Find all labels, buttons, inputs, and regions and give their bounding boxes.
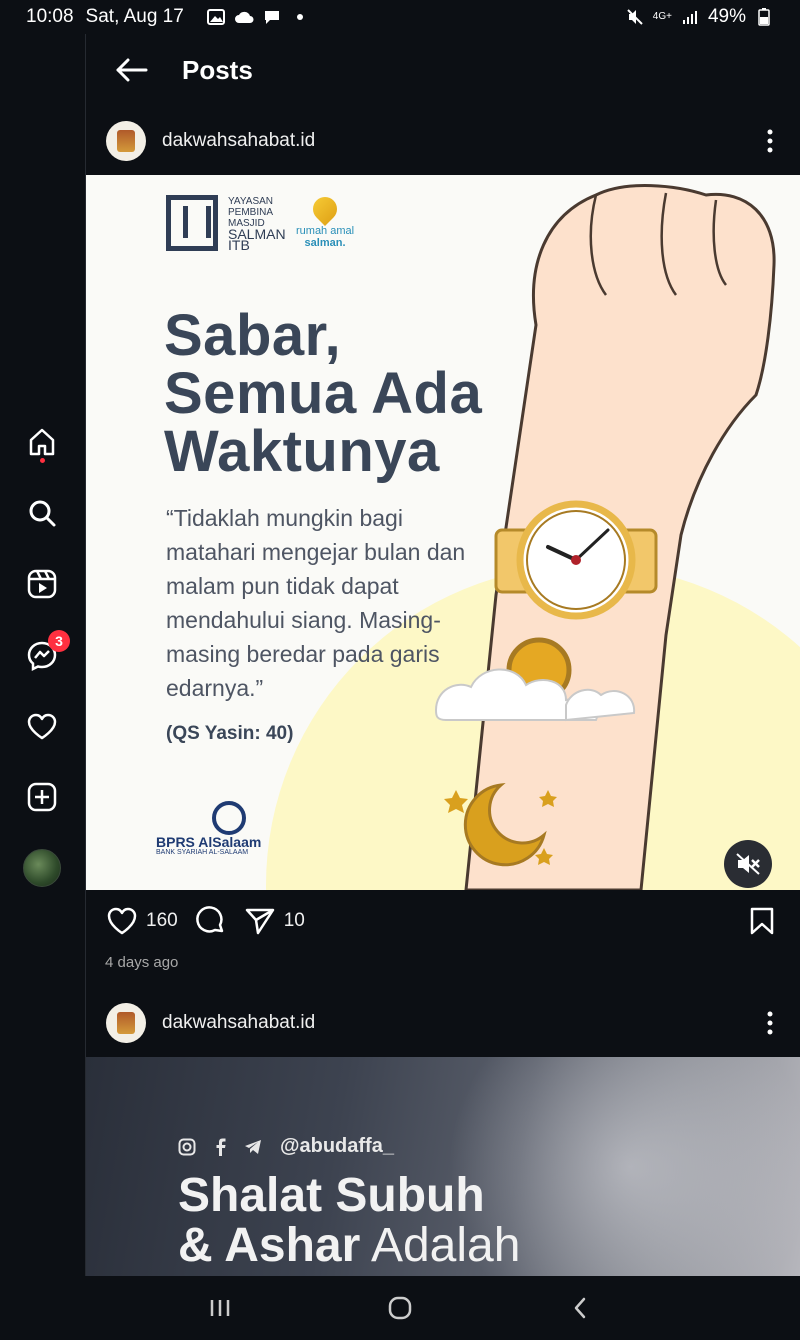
rumah-amal-logo: rumah amal salman.	[296, 192, 354, 249]
sidebar-item-reels[interactable]	[22, 564, 62, 604]
post-header: dakwahsahabat.id	[86, 107, 800, 175]
bprs-logo: BPRS AlSalaam BANK SYARIAH AL-SALAAM	[156, 801, 261, 856]
facebook-icon	[216, 1138, 226, 1156]
comment-group	[192, 903, 228, 939]
chat-bubble-icon	[262, 7, 282, 27]
post-headline: Shalat Subuh & Ashar Adalah	[178, 1169, 521, 1272]
sponsor-logos: YAYASAN PEMBINA MASJID SALMAN ITB rumah …	[166, 192, 354, 253]
bookmark-icon	[750, 907, 774, 935]
social-handles: @abudaffa_	[178, 1135, 394, 1158]
sidebar-item-home[interactable]	[22, 422, 62, 463]
system-nav-bar	[0, 1276, 800, 1340]
comment-icon	[195, 906, 223, 933]
sidebar-item-create[interactable]	[22, 777, 62, 817]
arm-watch-illustration	[434, 184, 776, 890]
status-bar: 10:08 Sat, Aug 17 4G+ 49%	[0, 0, 800, 34]
home-system-button[interactable]	[380, 1288, 420, 1328]
profile-avatar	[23, 849, 61, 887]
comment-button[interactable]	[192, 903, 228, 939]
share-group: 10	[242, 903, 305, 939]
battery-percent: 49%	[707, 6, 746, 27]
back-button[interactable]	[102, 40, 162, 100]
volume-off-icon	[736, 853, 760, 875]
status-time: 10:08	[26, 6, 74, 27]
sidebar-item-search[interactable]	[22, 493, 62, 533]
cloud-icon	[234, 7, 254, 27]
header: Posts	[86, 34, 800, 106]
sidebar-item-profile[interactable]	[22, 848, 62, 888]
share-count: 10	[283, 910, 305, 931]
salman-logo	[166, 195, 218, 251]
home-indicator-dot	[40, 458, 45, 463]
like-button[interactable]	[104, 903, 140, 939]
network-type: 4G+	[652, 11, 672, 22]
arrow-left-icon	[116, 58, 148, 82]
more-vertical-icon	[767, 129, 773, 153]
post-username[interactable]: dakwahsahabat.id	[162, 1012, 315, 1034]
post-author-avatar[interactable]	[106, 121, 146, 161]
post-citation: (QS Yasin: 40)	[166, 723, 294, 744]
heart-outline-icon	[107, 907, 137, 935]
sidebar-nav: 3	[0, 34, 86, 1276]
heart-icon	[27, 713, 57, 740]
post-author-avatar[interactable]	[106, 1003, 146, 1043]
recent-apps-icon	[210, 1300, 230, 1316]
share-button[interactable]	[242, 903, 278, 939]
salman-logo-text: YAYASAN PEMBINA MASJID SALMAN ITB	[228, 195, 286, 253]
messages-badge: 3	[48, 630, 70, 652]
post-header: dakwahsahabat.id	[86, 989, 800, 1057]
notification-dot-icon	[290, 7, 310, 27]
like-group: 160	[104, 903, 178, 939]
post-image[interactable]: YAYASAN PEMBINA MASJID SALMAN ITB rumah …	[86, 175, 800, 890]
send-icon	[245, 908, 274, 935]
mute-status-icon	[625, 7, 645, 27]
like-count[interactable]: 160	[146, 910, 178, 932]
search-icon	[29, 500, 56, 527]
back-system-button[interactable]	[560, 1288, 600, 1328]
page-title: Posts	[182, 54, 253, 85]
post-username[interactable]: dakwahsahabat.id	[162, 130, 315, 152]
reels-icon	[27, 569, 57, 599]
instagram-icon	[178, 1138, 196, 1155]
signal-icon	[680, 7, 700, 27]
post-image[interactable]: @abudaffa_ Shalat Subuh & Ashar Adalah	[86, 1057, 800, 1276]
chevron-left-icon	[574, 1297, 586, 1319]
post-actions: 160 10	[86, 896, 800, 946]
status-date: Sat, Aug 17	[85, 6, 184, 27]
post-timestamp: 4 days ago	[105, 954, 179, 971]
video-mute-button[interactable]	[724, 840, 772, 888]
author-handle: @abudaffa_	[280, 1135, 394, 1157]
gallery-icon	[206, 7, 226, 27]
more-vertical-icon	[767, 1011, 773, 1035]
home-icon	[29, 428, 55, 456]
plus-square-icon	[27, 782, 57, 812]
save-button[interactable]	[744, 903, 780, 939]
battery-icon	[754, 7, 774, 27]
bprs-logo-mark	[212, 801, 246, 835]
sidebar-item-notifications[interactable]	[22, 707, 62, 747]
telegram-icon	[245, 1139, 261, 1154]
sidebar-item-messages[interactable]: 3	[22, 630, 70, 676]
home-circle-icon	[388, 1296, 412, 1320]
post-more-button[interactable]	[758, 1003, 782, 1043]
recent-apps-button[interactable]	[200, 1288, 240, 1328]
post-more-button[interactable]	[758, 121, 782, 161]
